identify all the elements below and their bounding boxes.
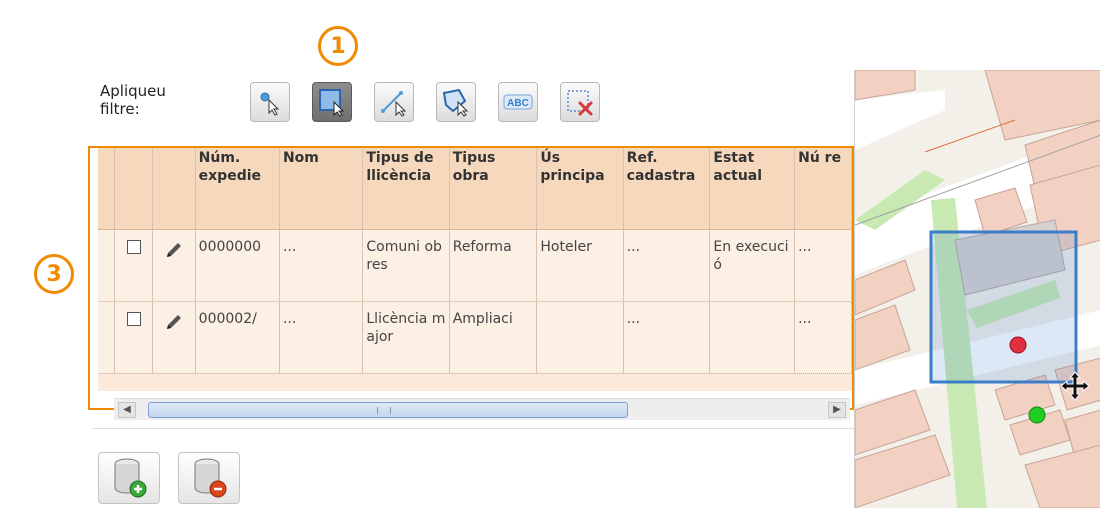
point-cursor-icon bbox=[260, 92, 280, 116]
selection-rectangle[interactable] bbox=[929, 230, 1078, 384]
line-select-icon bbox=[381, 91, 407, 117]
grip-icon bbox=[377, 407, 391, 414]
text-filter-button[interactable]: ABC bbox=[498, 82, 538, 122]
horizontal-scrollbar[interactable]: ◀ ▶ bbox=[114, 398, 850, 420]
point-select-button[interactable] bbox=[250, 82, 290, 122]
map-view[interactable] bbox=[854, 70, 1100, 508]
polygon-select-icon bbox=[442, 88, 469, 117]
abc-text-icon: ABC bbox=[503, 94, 533, 110]
green-marker[interactable] bbox=[1028, 406, 1046, 424]
rectangle-select-button[interactable] bbox=[312, 82, 352, 122]
callout-1: 1 bbox=[318, 26, 358, 66]
scroll-left-arrow-icon[interactable]: ◀ bbox=[118, 402, 136, 418]
polygon-select-button[interactable] bbox=[436, 82, 476, 122]
map-canvas[interactable] bbox=[855, 70, 1100, 508]
rectangle-select-icon bbox=[319, 89, 345, 117]
grid-highlight-frame bbox=[88, 146, 854, 410]
callout-3: 3 bbox=[34, 254, 74, 294]
database-remove-icon bbox=[194, 458, 227, 498]
scroll-right-arrow-icon[interactable]: ▶ bbox=[828, 402, 846, 418]
database-add-icon bbox=[114, 458, 147, 498]
clear-filter-button[interactable] bbox=[560, 82, 600, 122]
add-record-button[interactable] bbox=[98, 452, 160, 504]
scrollbar-thumb[interactable] bbox=[148, 402, 628, 418]
remove-record-button[interactable] bbox=[178, 452, 240, 504]
abc-text: ABC bbox=[507, 98, 529, 109]
line-select-button[interactable] bbox=[374, 82, 414, 122]
filter-label: Apliqueu filtre: bbox=[100, 82, 166, 118]
clear-filter-icon bbox=[567, 90, 593, 116]
panel-divider bbox=[92, 428, 854, 429]
red-marker[interactable] bbox=[1009, 336, 1027, 354]
